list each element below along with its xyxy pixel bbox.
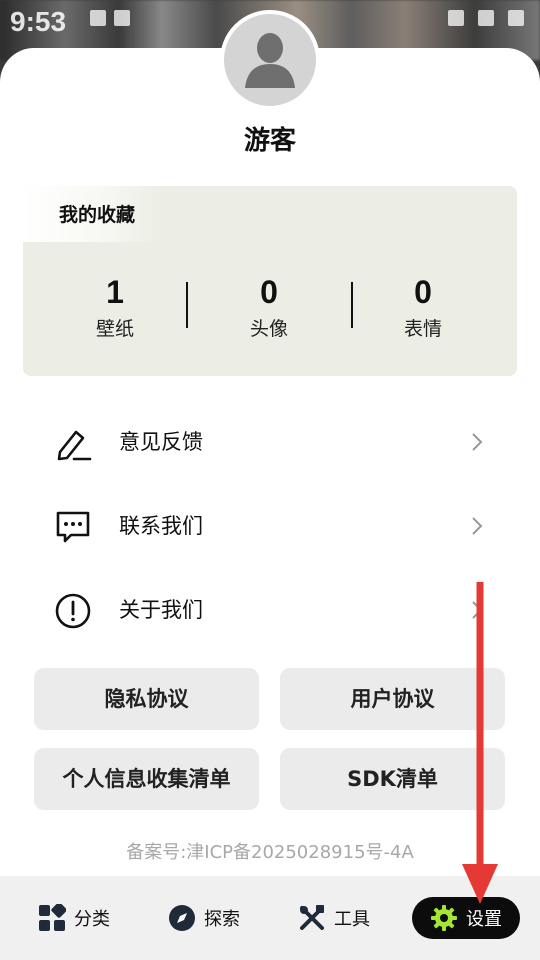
stat-avatar-value: 0 <box>260 274 278 310</box>
profile-sheet: 我的收藏 1 壁纸 0 头像 0 表情 意见反馈 联系我们 关于我们 隐私协议 … <box>0 48 540 960</box>
annotation-arrow-icon <box>462 582 498 904</box>
status-notification-icons <box>90 10 130 26</box>
nav-label-tools: 工具 <box>334 909 370 930</box>
user-silhouette-icon <box>245 33 295 88</box>
nav-label-explore: 探索 <box>204 909 240 930</box>
favorites-card: 我的收藏 1 壁纸 0 头像 0 表情 <box>23 186 517 376</box>
nav-tab-explore[interactable]: 探索 <box>168 898 240 938</box>
stat-emoji[interactable]: 0 表情 <box>363 272 483 341</box>
download-notification-icon <box>114 10 130 26</box>
message-dots-icon <box>56 511 90 543</box>
personal-info-list-button[interactable]: 个人信息收集清单 <box>34 748 259 810</box>
stat-emoji-value: 0 <box>414 274 432 310</box>
menu-label-feedback: 意见反馈 <box>119 430 203 454</box>
stat-emoji-label: 表情 <box>403 318 442 340</box>
nav-tab-categories[interactable]: 分类 <box>38 898 110 938</box>
privacy-policy-button[interactable]: 隐私协议 <box>34 668 259 730</box>
nav-label-categories: 分类 <box>74 909 110 930</box>
tools-icon <box>300 905 324 930</box>
compass-icon <box>169 905 195 931</box>
menu-label-contact: 联系我们 <box>119 514 203 538</box>
menu-item-about[interactable]: 关于我们 <box>0 580 540 640</box>
status-time: 9:53 <box>10 6 67 37</box>
menu-label-about: 关于我们 <box>119 598 203 622</box>
stat-avatar-label: 头像 <box>249 318 288 340</box>
image-notification-icon <box>90 10 106 26</box>
chevron-right-icon <box>472 517 483 535</box>
stat-avatar[interactable]: 0 头像 <box>209 272 329 341</box>
battery-saver-icon <box>448 10 464 26</box>
stat-divider <box>186 282 188 328</box>
stat-wallpaper-value: 1 <box>106 274 124 310</box>
stat-divider <box>351 282 353 328</box>
stat-wallpaper-label: 壁纸 <box>95 318 134 340</box>
username: 游客 <box>243 126 296 156</box>
grid-icon <box>39 904 66 931</box>
favorites-title: 我的收藏 <box>23 186 163 242</box>
wifi-icon <box>478 10 494 26</box>
icp-record: 备案号:津ICP备2025028915号-4A <box>126 842 414 863</box>
menu-item-feedback[interactable]: 意见反馈 <box>0 412 540 472</box>
chevron-right-icon <box>472 433 483 451</box>
info-exclamation-icon <box>55 593 91 629</box>
menu-item-contact[interactable]: 联系我们 <box>0 496 540 556</box>
signal-icon <box>508 10 524 26</box>
stat-wallpaper[interactable]: 1 壁纸 <box>55 272 175 341</box>
gear-icon <box>431 905 457 931</box>
edit-pencil-icon <box>57 430 92 461</box>
status-system-icons <box>448 10 524 26</box>
bottom-navigation: 分类 探索 工具 设置 <box>0 876 540 960</box>
avatar[interactable] <box>220 10 320 110</box>
nav-tab-tools[interactable]: 工具 <box>298 898 370 938</box>
